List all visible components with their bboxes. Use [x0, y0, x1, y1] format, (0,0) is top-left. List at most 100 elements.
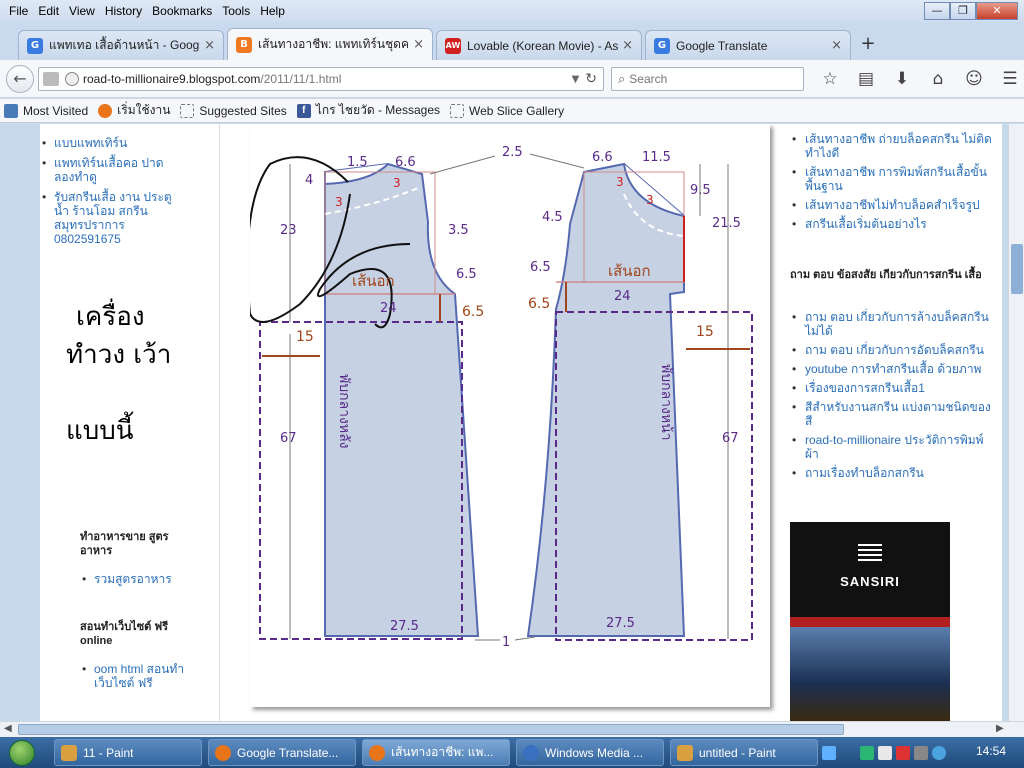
left-link[interactable]: oom html สอนทำ เว็บไซต์ ฟรี: [82, 662, 192, 690]
minimize-button[interactable]: —: [924, 2, 950, 20]
tab-close-icon[interactable]: ×: [831, 38, 842, 53]
tab-google-translate[interactable]: G Google Translate ×: [645, 30, 851, 60]
notification-icon[interactable]: [878, 746, 892, 760]
tab-asianwiki[interactable]: AW Lovable (Korean Movie) - Asia... ×: [436, 30, 642, 60]
scroll-left-icon[interactable]: ◀: [4, 723, 12, 734]
search-box[interactable]: ⌕: [611, 67, 804, 91]
handwritten-note: เครื่อง ทำวง เว้า แบบนี้: [66, 298, 216, 450]
label: 6.6: [395, 155, 416, 170]
label: 4.5: [542, 210, 563, 225]
menu-help[interactable]: Help: [255, 0, 290, 22]
left-link-list: แบบแพทเทิร์น แพทเทิร์นเสื้อคอ ปาดลองทำดู…: [42, 136, 172, 252]
tab-close-icon[interactable]: ×: [204, 38, 215, 53]
label: 21.5: [712, 216, 741, 231]
tab-close-icon[interactable]: ×: [413, 37, 424, 52]
right-sidebar: เส้นทางอาชีพ ถ่ายบล็อคสกรีน ไม่ติด ทำไงด…: [780, 124, 1002, 721]
label: เส้นอก: [352, 272, 395, 290]
menu-edit[interactable]: Edit: [33, 0, 64, 22]
section-heading: ทำอาหารขาย สูตร อาหาร: [80, 531, 169, 557]
app-tray-icon[interactable]: [932, 746, 946, 760]
tab-close-icon[interactable]: ×: [622, 38, 633, 53]
language-icon[interactable]: [822, 746, 836, 760]
right-link[interactable]: เส้นทางอาชีพ ถ่ายบล็อคสกรีน ไม่ติด ทำไงด…: [792, 132, 992, 160]
network-icon[interactable]: [860, 746, 874, 760]
start-button[interactable]: [0, 737, 44, 768]
tab-title: เส้นทางอาชีพ: แพทเทิร์นชุดคลุ...: [258, 37, 409, 51]
right-link[interactable]: ถาม ตอบ เกี่ยวกับการล้างบล็คสกรีน ไม่ได้: [792, 310, 992, 338]
menu-bookmarks[interactable]: Bookmarks: [147, 0, 217, 22]
bookmark-getting-started[interactable]: เริ่มใช้งาน: [98, 101, 170, 120]
security-icon[interactable]: [896, 746, 910, 760]
url-bar[interactable]: road-to-millionaire9.blogspot.com/2011/1…: [38, 67, 604, 91]
hamburger-menu-icon[interactable]: ☰: [992, 68, 1024, 90]
sansiri-advertisement[interactable]: SANSIRI: [790, 522, 950, 721]
right-link[interactable]: เส้นทางอาชีพไม่ทำบล็อคสำเร็จรูป: [792, 198, 992, 212]
reading-list-icon[interactable]: ▤: [848, 68, 884, 90]
left-link[interactable]: รวมสูตรอาหาร: [82, 572, 212, 586]
label: 3.5: [448, 223, 469, 238]
smiley-icon[interactable]: ☺: [956, 68, 992, 90]
right-link[interactable]: road-to-millionaire ประวัติการพิมพ์ ผ้า: [792, 433, 992, 461]
bookmark-suggested-sites[interactable]: Suggested Sites: [180, 103, 287, 118]
left-link[interactable]: รับสกรีนเสื้อ งาน ประตูน้ำ ร้านโอม สกรีน…: [42, 190, 172, 246]
bookmark-label: Most Visited: [23, 103, 89, 118]
task-blog-page[interactable]: เส้นทางอาชีพ: แพ...: [362, 739, 510, 766]
right-link[interactable]: เรื่องของการสกรีนเสื้อ1: [792, 381, 992, 395]
label: 3: [393, 176, 401, 190]
right-link[interactable]: สกรีนเสื้อเริ่มต้นอย่างไร: [792, 217, 992, 231]
paint-icon: [61, 744, 77, 761]
label: 15: [296, 329, 314, 345]
menu-view[interactable]: View: [64, 0, 100, 22]
tab-blogspot[interactable]: B เส้นทางอาชีพ: แพทเทิร์นชุดคลุ... ×: [227, 28, 433, 60]
city-skyline-image: [790, 627, 950, 721]
horizontal-scrollbar[interactable]: ◀ ▶: [0, 721, 1024, 737]
menu-file[interactable]: File: [4, 0, 33, 22]
bookmark-star-icon[interactable]: ☆: [812, 68, 848, 90]
left-link[interactable]: แพทเทิร์นเสื้อคอ ปาดลองทำดู: [42, 156, 172, 184]
right-link[interactable]: ถาม ตอบ เกี่ยวกับการอัดบล็คสกรีน: [792, 343, 992, 357]
right-link[interactable]: youtube การทำสกรีนเสื้อ ด้วยภาพ: [792, 362, 992, 376]
firefox-icon: [98, 103, 113, 118]
bookmarks-bar: Most Visited เริ่มใช้งาน Suggested Sites…: [0, 99, 1024, 123]
url-text[interactable]: road-to-millionaire9.blogspot.com/2011/1…: [83, 72, 572, 86]
tab-google-search[interactable]: G แพทเทอ เสื้อด้านหน้า - Googl... ×: [18, 30, 224, 60]
shoulder-arrow-right: [529, 153, 585, 169]
right-link[interactable]: ถามเรื่องทำบล็อกสกรีน: [792, 466, 992, 480]
bookmark-most-visited[interactable]: Most Visited: [4, 103, 89, 118]
right-link[interactable]: เส้นทางอาชีพ การพิมพ์สกรีนเสื้อขั้น พื้น…: [792, 165, 992, 193]
menu-tools[interactable]: Tools: [217, 0, 255, 22]
label: 9.5: [690, 183, 711, 198]
left-link[interactable]: แบบแพทเทิร์น: [42, 136, 172, 150]
reload-icon[interactable]: ↻: [585, 71, 597, 87]
back-button[interactable]: ←: [6, 65, 34, 93]
bookmark-web-slice[interactable]: Web Slice Gallery: [450, 103, 564, 118]
task-paint-untitled[interactable]: untitled - Paint: [670, 739, 818, 766]
menu-history[interactable]: History: [100, 0, 147, 22]
volume-icon[interactable]: [914, 746, 928, 760]
close-window-button[interactable]: ✕: [976, 2, 1018, 20]
page-outline-icon: [180, 103, 195, 118]
right-link[interactable]: สีสำหรับงานสกรีน แบ่งตามชนิดของ สี: [792, 400, 992, 428]
bookmark-messages[interactable]: f ไกร ไชยวัด - Messages: [296, 101, 440, 120]
task-google-translate[interactable]: Google Translate...: [208, 739, 356, 766]
vertical-scrollbar[interactable]: [1008, 124, 1024, 721]
task-windows-media[interactable]: Windows Media ...: [516, 739, 664, 766]
restore-button[interactable]: ❐: [950, 2, 976, 20]
task-paint-11[interactable]: 11 - Paint: [54, 739, 202, 766]
label: 6.5: [528, 296, 550, 312]
download-icon[interactable]: ⬇: [884, 68, 920, 90]
search-input[interactable]: [629, 72, 790, 86]
home-icon[interactable]: ⌂: [920, 68, 956, 90]
paint-icon: [677, 744, 693, 761]
new-tab-button[interactable]: +: [856, 33, 880, 57]
vertical-scroll-thumb[interactable]: [1011, 244, 1023, 294]
label: 2.5: [502, 145, 523, 160]
taskbar-clock[interactable]: 14:54: [976, 744, 1006, 758]
google-favicon-icon: G: [27, 37, 43, 54]
horizontal-scroll-thumb[interactable]: [18, 724, 844, 735]
scroll-right-icon[interactable]: ▶: [996, 723, 1004, 734]
dropdown-arrow-icon[interactable]: ▼: [572, 74, 580, 85]
navigation-bar: ← road-to-millionaire9.blogspot.com/2011…: [0, 60, 1024, 98]
label: 67: [280, 431, 297, 446]
section-heading: สอนทำเว็บไซต์ ฟรี online: [80, 621, 169, 647]
